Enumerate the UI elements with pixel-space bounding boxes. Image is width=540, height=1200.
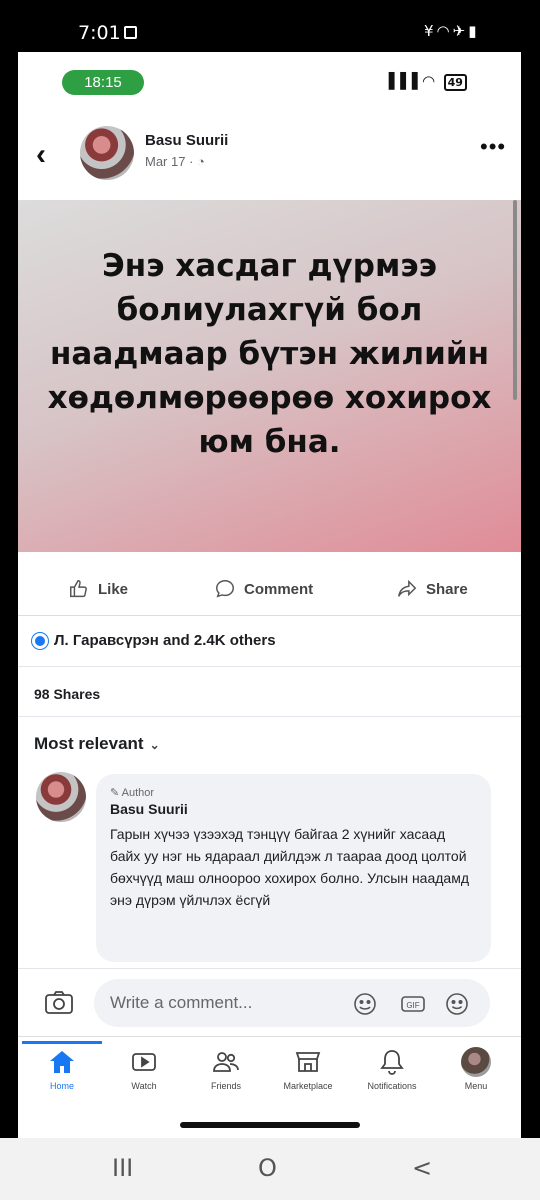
- tab-marketplace[interactable]: Marketplace: [268, 1041, 348, 1091]
- share-button[interactable]: Share: [396, 578, 468, 600]
- signal-wifi-icon: ▐▐▐ ◠: [383, 72, 435, 90]
- svg-text:GIF: GIF: [406, 1001, 419, 1010]
- tab-label: Home: [49, 1081, 74, 1091]
- bottom-tab-bar: Home Watch Friends Marketplace Notificat…: [18, 1036, 521, 1106]
- tab-label: Menu: [464, 1081, 488, 1091]
- gif-icon[interactable]: GIF: [400, 991, 426, 1017]
- reactions-summary[interactable]: Л. Гаравсүрэн and 2.4K others: [32, 632, 276, 649]
- android-nav-bar: III O <: [0, 1138, 540, 1200]
- comment-bubble-icon: [216, 580, 234, 598]
- shares-count[interactable]: 98 Shares: [34, 686, 100, 702]
- home-icon: [50, 1051, 74, 1073]
- divider: [18, 666, 521, 667]
- reactions-text: Л. Гаравсүрэн and 2.4K others: [54, 632, 276, 649]
- marketplace-icon: [295, 1052, 321, 1072]
- call-time-pill[interactable]: 18:15: [62, 70, 144, 95]
- chevron-down-icon: ⌄: [149, 738, 160, 752]
- watch-icon: [132, 1053, 156, 1071]
- post-image[interactable]: Энэ хасдаг дүрмээ болиулахгүй бол наадма…: [18, 200, 521, 552]
- share-arrow-icon: [398, 579, 417, 597]
- tab-friends[interactable]: Friends: [186, 1041, 266, 1091]
- post-actions: Like Comment Share: [18, 570, 521, 616]
- tab-label: Marketplace: [283, 1081, 333, 1091]
- post-author-name[interactable]: Basu Suurii: [145, 132, 228, 149]
- os-clock: 7:01: [78, 22, 121, 44]
- like-reaction-icon: [32, 632, 48, 649]
- tab-menu[interactable]: Menu: [436, 1041, 516, 1091]
- friends-icon: [213, 1052, 239, 1072]
- avatar-sticker-icon[interactable]: [352, 991, 378, 1017]
- home-button[interactable]: O: [258, 1154, 277, 1182]
- home-indicator[interactable]: [180, 1122, 360, 1128]
- comment-button[interactable]: Comment: [214, 578, 313, 600]
- active-tab-indicator: [22, 1041, 102, 1044]
- tab-notifications[interactable]: Notifications: [352, 1041, 432, 1091]
- like-label: Like: [98, 580, 129, 598]
- notification-badge-icon: [124, 26, 137, 39]
- post-image-text: Энэ хасдаг дүрмээ болиулахгүй бол наадма…: [47, 248, 492, 460]
- author-badge: ✎ Author: [110, 787, 155, 799]
- inner-status-icons: ▐▐▐ ◠ 49: [383, 72, 467, 91]
- facebook-screenshot: 18:15 ▐▐▐ ◠ 49 ‹ Basu Suurii Mar 17 · ◔ …: [18, 52, 521, 1138]
- share-label: Share: [426, 580, 468, 598]
- comment-composer: Write a comment... GIF: [18, 968, 521, 1036]
- tab-label: Watch: [131, 1081, 157, 1091]
- commenter-name[interactable]: Basu Suurii: [110, 801, 477, 817]
- battery-icon: 49: [443, 74, 467, 91]
- emoji-icon[interactable]: [444, 991, 470, 1017]
- menu-avatar: [461, 1047, 491, 1077]
- like-button[interactable]: Like: [68, 578, 128, 600]
- divider: [18, 716, 521, 717]
- recents-button[interactable]: III: [112, 1154, 133, 1182]
- inner-status-bar: 18:15 ▐▐▐ ◠ 49: [18, 52, 521, 112]
- comment-text: Гарын хүчээ үзээхэд тэнцүү байгаа 2 хүни…: [110, 826, 470, 908]
- comment-input[interactable]: Write a comment... GIF: [94, 979, 490, 1027]
- comment-label: Comment: [244, 580, 314, 598]
- author-avatar[interactable]: [80, 126, 134, 180]
- tab-label: Friends: [210, 1081, 241, 1091]
- post-date[interactable]: Mar 17 · ◔: [145, 154, 205, 169]
- thumbs-up-icon: [70, 580, 87, 598]
- os-status-icons: ¥◠✈▮: [424, 22, 480, 40]
- back-button[interactable]: <: [412, 1154, 432, 1182]
- tab-label: Notifications: [367, 1081, 417, 1091]
- android-status-bar: 7:01 ¥◠✈▮: [0, 0, 540, 52]
- comment-sort-dropdown[interactable]: Most relevant ⌄: [34, 734, 160, 754]
- comment-placeholder: Write a comment...: [110, 993, 253, 1012]
- back-arrow-icon[interactable]: ‹: [36, 138, 46, 172]
- tab-home[interactable]: Home: [22, 1041, 102, 1091]
- post-header: ‹ Basu Suurii Mar 17 · ◔ •••: [18, 120, 521, 194]
- bell-icon: [380, 1050, 404, 1075]
- camera-icon[interactable]: [44, 989, 74, 1015]
- more-options-icon[interactable]: •••: [480, 134, 506, 160]
- sort-label: Most relevant: [34, 734, 144, 753]
- comment-bubble[interactable]: ✎ Author Basu Suurii Гарын хүчээ үзээхэд…: [96, 774, 491, 962]
- tab-watch[interactable]: Watch: [104, 1041, 184, 1091]
- scrollbar[interactable]: [513, 200, 517, 400]
- commenter-avatar[interactable]: [36, 772, 86, 822]
